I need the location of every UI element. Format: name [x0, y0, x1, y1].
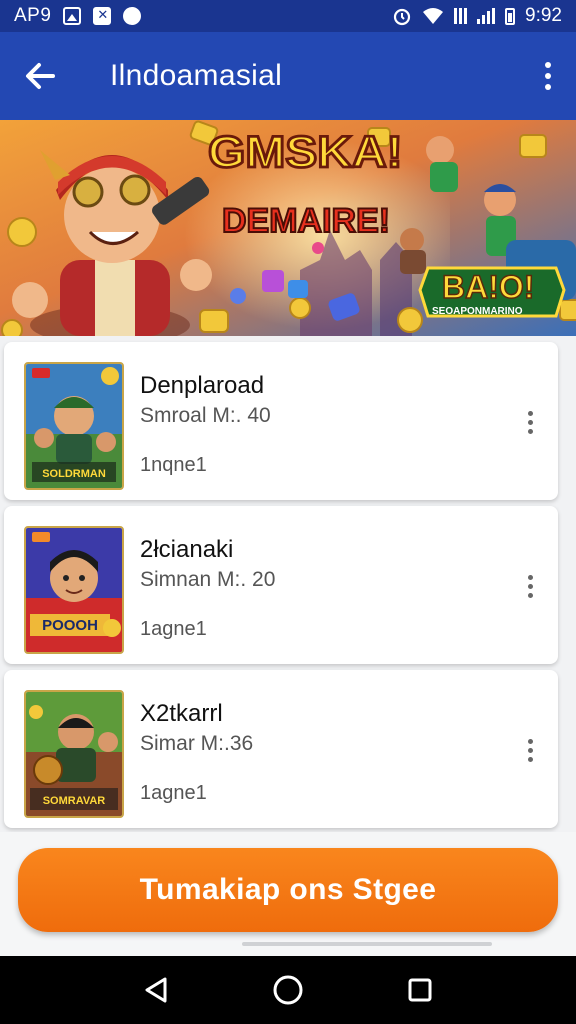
page-title: Ilndoamasial: [110, 59, 283, 92]
thumb-caption: SOLDRMAN: [42, 468, 106, 480]
item-more-button[interactable]: [520, 730, 540, 770]
app-thumbnail: POOOH: [24, 526, 124, 654]
item-more-button[interactable]: [520, 402, 540, 442]
app-name: X2tkarrl: [140, 700, 223, 727]
promo-banner[interactable]: GMSKA! DEMAIRE! BA!O! SEOAPONMARINO: [0, 120, 576, 336]
app-meta: Simar M:.36: [140, 732, 254, 755]
app-meta: Smroal M:. 40: [140, 404, 271, 427]
nav-home-button[interactable]: [268, 970, 308, 1010]
badge-title: BA!O!: [442, 269, 534, 305]
more-vert-icon: [527, 574, 533, 580]
alarm-icon: [393, 8, 411, 26]
status-bar: AP9 9:92: [0, 0, 576, 32]
thumb-caption: SOMRAVAR: [43, 795, 106, 807]
back-triangle-icon: [145, 977, 167, 1003]
thumb-caption: POOOH: [42, 617, 98, 634]
banner-headline-2: DEMAIRE!: [222, 202, 390, 240]
app-thumbnail: SOLDRMAN: [24, 362, 124, 490]
nav-back-button[interactable]: [136, 970, 176, 1010]
carrier-text: AP9: [14, 5, 52, 26]
list-item[interactable]: POOOH 2łcianaki Simnan M:. 20 1agne1: [4, 506, 558, 664]
banner-badge[interactable]: BA!O! SEOAPONMARINO: [418, 266, 566, 318]
recents-square-icon: [408, 978, 432, 1002]
app-size: 1nqne1: [140, 454, 207, 476]
primary-action-button[interactable]: Tumakiap ons Stgee: [18, 848, 558, 932]
nav-recents-button[interactable]: [400, 970, 440, 1010]
app-name: Denplaroad: [140, 372, 265, 399]
wifi-icon: [423, 8, 444, 24]
overflow-menu-button[interactable]: [520, 32, 576, 120]
banner-headline-1: GMSKA!: [208, 127, 403, 177]
app-icon: [123, 7, 142, 25]
app-meta: Simnan M:. 20: [140, 568, 276, 591]
list-item[interactable]: SOLDRMAN Denplaroad Smroal M:. 40 1nqne1: [4, 342, 558, 500]
signal-icon: [454, 8, 468, 24]
list-item[interactable]: SOMRAVAR X2tkarrl Simar M:.36 1agne1: [4, 670, 558, 828]
battery-icon: [505, 7, 516, 25]
app-list: SOLDRMAN Denplaroad Smroal M:. 40 1nqne1…: [0, 336, 576, 956]
app-size: 1agne1: [140, 782, 207, 804]
more-vert-icon: [527, 738, 533, 744]
status-right: 9:92: [392, 5, 562, 27]
more-vert-icon: [527, 410, 533, 416]
item-more-button[interactable]: [520, 566, 540, 606]
system-nav-bar: [0, 956, 576, 1024]
home-circle-icon: [273, 975, 303, 1005]
app-size: 1agne1: [140, 618, 207, 640]
cta-footer: Tumakiap ons Stgee: [0, 832, 576, 956]
back-button[interactable]: [0, 32, 80, 120]
home-indicator: [242, 942, 492, 946]
more-vert-icon: [545, 62, 551, 68]
app-thumbnail: SOMRAVAR: [24, 690, 124, 818]
status-left: AP9: [14, 5, 142, 27]
app-name: 2łcianaki: [140, 536, 234, 563]
badge-subtitle: SEOAPONMARINO: [432, 306, 523, 317]
status-time: 9:92: [525, 5, 562, 26]
image-icon: [63, 7, 82, 25]
arrow-left-icon: [26, 63, 55, 89]
signal-icon: [477, 8, 496, 24]
app-bar: Ilndoamasial: [0, 32, 576, 120]
x-icon: [93, 7, 112, 25]
